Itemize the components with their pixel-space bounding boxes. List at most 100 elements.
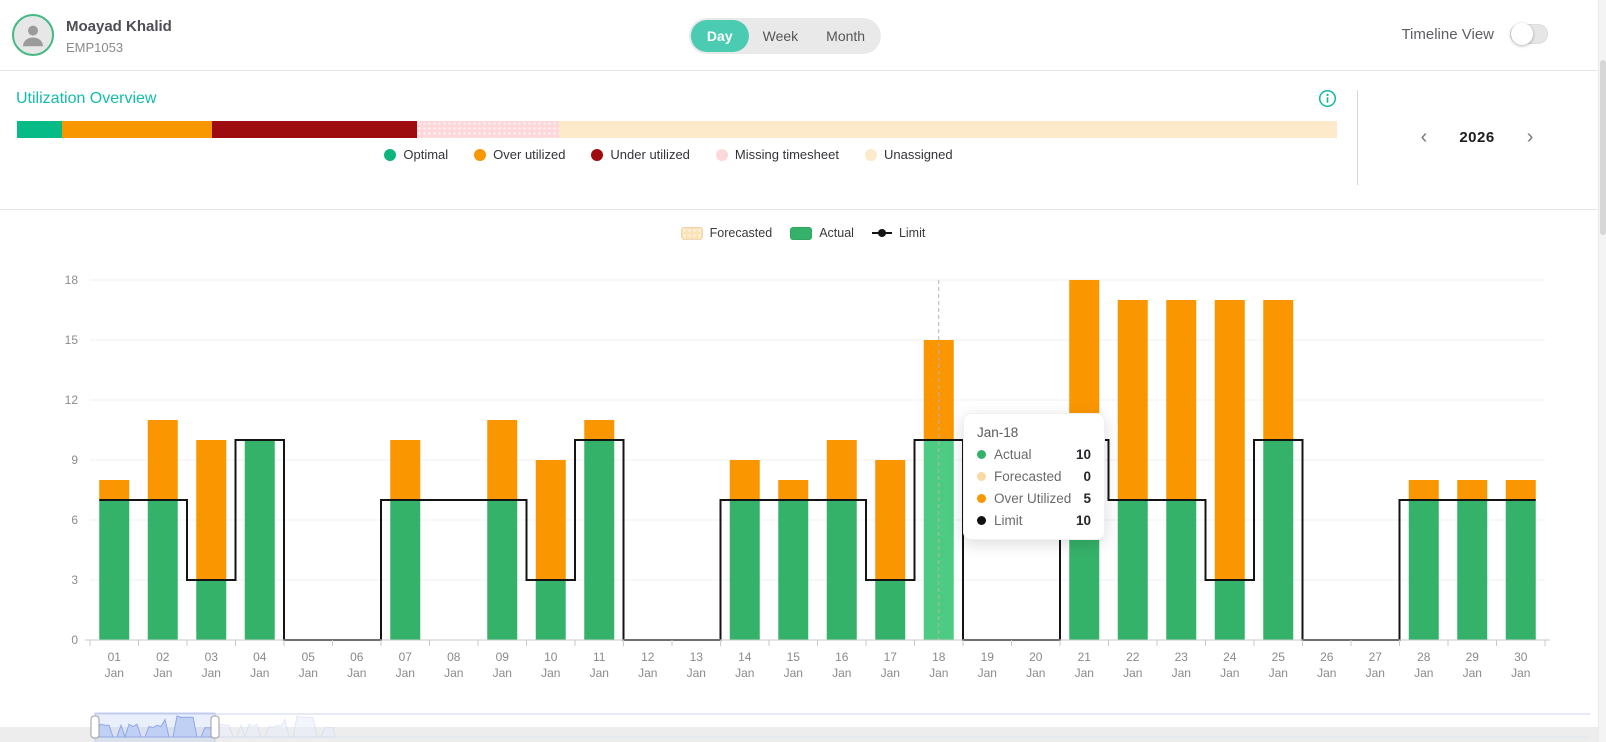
chart-legend-forecasted[interactable]: Forecasted [680,226,772,240]
x-tick-month: Jan [1317,666,1336,680]
x-tick-day: 05 [302,650,316,664]
navigator-selection-window[interactable] [94,712,216,742]
employee-id: EMP1053 [66,40,124,55]
x-tick-day: 25 [1272,650,1286,664]
tab-month[interactable]: Month [812,20,879,52]
bar-actual-04-Jan[interactable] [244,440,275,640]
legend-dot [591,148,604,161]
year-navigation: ‹ 2026 › [1367,127,1587,147]
bar-over-utilized-16-Jan[interactable] [826,440,857,500]
navigator-area-faded [214,715,336,739]
legend-item-missing-timesheet: Missing timesheet [715,147,839,162]
chart-legend-limit[interactable]: Limit [871,226,925,240]
x-tick-month: Jan [978,666,997,680]
x-tick-day: 21 [1078,650,1092,664]
y-tick-label: 9 [71,453,78,467]
legend-dot [864,148,877,161]
bar-actual-11-Jan[interactable] [584,440,615,640]
bar-over-utilized-29-Jan[interactable] [1457,480,1488,500]
x-tick-month: Jan [153,666,172,680]
navigator-handle[interactable] [210,715,220,739]
bar-over-utilized-24-Jan[interactable] [1214,300,1245,580]
x-tick-month: Jan [1075,666,1094,680]
prev-year-button[interactable]: ‹ [1421,127,1428,147]
bar-over-utilized-01-Jan[interactable] [99,480,130,500]
utilization-bar-chart[interactable]: 036912151801Jan02Jan03Jan04Jan05Jan06Jan… [0,210,1606,742]
bar-over-utilized-10-Jan[interactable] [535,460,566,580]
bar-over-utilized-15-Jan[interactable] [778,480,809,500]
bar-actual-07-Jan[interactable] [390,500,421,640]
bar-actual-28-Jan[interactable] [1408,500,1439,640]
x-tick-day: 06 [350,650,364,664]
legend-item-over-utilized: Over utilized [474,147,565,162]
bar-actual-23-Jan[interactable] [1166,500,1197,640]
x-tick-day: 04 [253,650,267,664]
bar-actual-25-Jan[interactable] [1263,440,1294,640]
bar-over-utilized-25-Jan[interactable] [1263,300,1294,440]
bar-over-utilized-02-Jan[interactable] [147,420,178,500]
x-tick-month: Jan [1511,666,1530,680]
vertical-scrollbar[interactable] [1598,0,1606,742]
bar-over-utilized-07-Jan[interactable] [390,440,421,500]
x-tick-day: 29 [1466,650,1480,664]
x-tick-month: Jan [1366,666,1385,680]
bar-actual-24-Jan[interactable] [1214,580,1245,640]
timeline-view-toggle[interactable] [1510,23,1548,45]
x-tick-month: Jan [299,666,318,680]
header: Moayad Khalid EMP1053 Day Week Month Tim… [0,0,1606,71]
navigator-handle[interactable] [90,715,100,739]
bar-actual-10-Jan[interactable] [535,580,566,640]
x-tick-day: 22 [1126,650,1140,664]
tab-week[interactable]: Week [749,20,813,52]
next-year-button[interactable]: › [1527,127,1534,147]
section-title: Utilization Overview [16,90,157,107]
bar-over-utilized-17-Jan[interactable] [875,460,906,580]
tab-day[interactable]: Day [690,20,749,52]
bar-actual-17-Jan[interactable] [875,580,906,640]
chart-tooltip: Jan-18 Actual 10 Forecasted 0 Over Utilize… [963,413,1105,540]
utilization-dashboard: Moayad Khalid EMP1053 Day Week Month Tim… [0,0,1606,742]
chart-legend-actual[interactable]: Actual [790,226,854,240]
bar-actual-09-Jan[interactable] [487,500,518,640]
scrollbar-thumb[interactable] [1600,60,1606,235]
bar-actual-15-Jan[interactable] [778,500,809,640]
bar-over-utilized-28-Jan[interactable] [1408,480,1439,500]
info-icon[interactable] [1318,89,1337,108]
bar-over-utilized-09-Jan[interactable] [487,420,518,500]
x-tick-day: 17 [884,650,898,664]
bar-over-utilized-23-Jan[interactable] [1166,300,1197,500]
forecasted-swatch [680,226,703,240]
bar-over-utilized-14-Jan[interactable] [729,460,760,500]
y-tick-label: 6 [71,513,78,527]
bar-actual-02-Jan[interactable] [147,500,178,640]
x-tick-month: Jan [1026,666,1045,680]
x-tick-month: Jan [1123,666,1142,680]
bar-actual-14-Jan[interactable] [729,500,760,640]
actual-swatch [790,226,813,240]
bar-over-utilized-03-Jan[interactable] [196,440,227,580]
x-tick-day: 08 [447,650,461,664]
bar-over-utilized-30-Jan[interactable] [1505,480,1536,500]
bar-actual-01-Jan[interactable] [99,500,130,640]
x-tick-month: Jan [929,666,948,680]
timeline-view-control: Timeline View [1401,23,1548,45]
limit-step-line [99,439,1536,641]
bar-actual-03-Jan[interactable] [196,580,227,640]
user-name: Moayad Khalid [66,18,172,35]
x-tick-day: 09 [496,650,510,664]
bar-over-utilized-11-Jan[interactable] [584,420,615,440]
vertical-divider [1357,90,1358,185]
bar-actual-29-Jan[interactable] [1457,500,1488,640]
tooltip-row-over-utilized: Over Utilized 5 [977,491,1091,506]
y-tick-label: 3 [71,573,78,587]
period-toggle-group: Day Week Month [688,18,882,54]
bar-actual-16-Jan[interactable] [826,500,857,640]
bar-over-utilized-22-Jan[interactable] [1117,300,1148,500]
bar-over-utilized-18-Jan[interactable] [923,340,954,440]
bar-actual-30-Jan[interactable] [1505,500,1536,640]
x-tick-day: 01 [108,650,122,664]
bar-actual-22-Jan[interactable] [1117,500,1148,640]
chart-legend: Forecasted Actual Limit [0,226,1606,240]
x-tick-month: Jan [396,666,415,680]
x-tick-day: 03 [205,650,219,664]
